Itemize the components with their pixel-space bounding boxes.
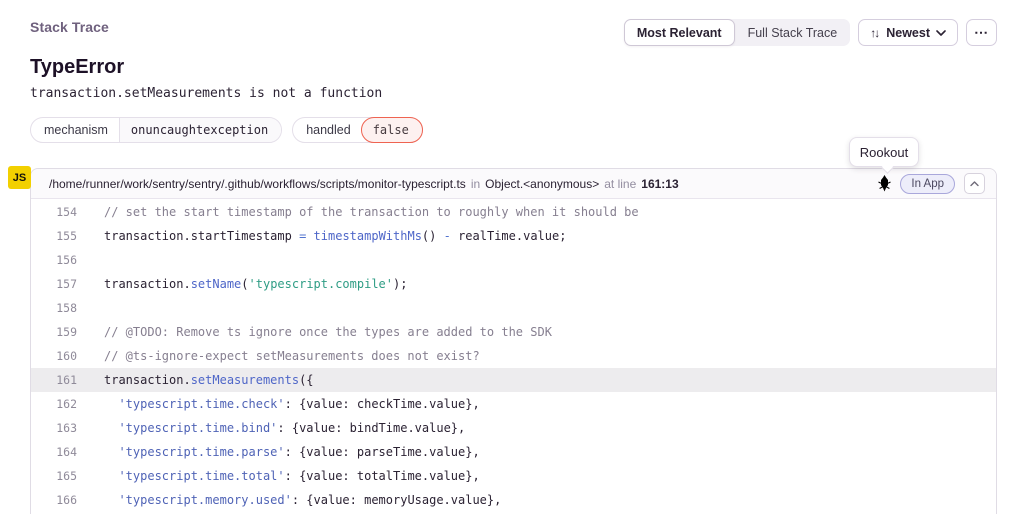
frame-header-right: In App [878,173,985,194]
line-number: 166 [31,488,77,512]
collapse-frame-button[interactable] [964,173,985,194]
tag-pill[interactable]: mechanismonuncaughtexception [30,117,282,143]
frame-at-word: at line [604,177,636,191]
code-text: transaction.setMeasurements({ [77,368,314,392]
code-line: 165 'typescript.time.total': {value: tot… [31,464,996,488]
rookout-tooltip: Rookout [849,137,919,167]
header-controls: Most Relevant Full Stack Trace ↑↓ Newest… [624,19,997,46]
tab-full-stack-trace[interactable]: Full Stack Trace [735,19,851,46]
error-type-title: TypeError [30,56,124,79]
code-line: 163 'typescript.time.bind': {value: bind… [31,416,996,440]
frame-in-word: in [471,177,480,191]
code-line: 164 'typescript.time.parse': {value: par… [31,440,996,464]
line-number: 154 [31,200,77,224]
view-segmented-control: Most Relevant Full Stack Trace [624,19,850,46]
tag-key: handled [293,118,362,142]
code-line: 157transaction.setName('typescript.compi… [31,272,996,296]
line-number: 156 [31,248,77,272]
code-line: 159// @TODO: Remove ts ignore once the t… [31,320,996,344]
line-number: 161 [31,368,77,392]
tag-key: mechanism [31,118,120,142]
code-line: 162 'typescript.time.check': {value: che… [31,392,996,416]
code-block: 154// set the start timestamp of the tra… [31,199,996,512]
code-text: transaction.startTimestamp = timestampWi… [77,224,566,248]
code-line: 160// @ts-ignore-expect setMeasurements … [31,344,996,368]
line-number: 164 [31,440,77,464]
chevron-down-icon [936,30,946,36]
code-line: 158 [31,296,996,320]
ellipsis-icon: ⋯ [974,24,989,41]
rookout-icon[interactable] [878,175,891,192]
code-line: 166 'typescript.memory.used': {value: me… [31,488,996,512]
line-number: 158 [31,296,77,320]
rookout-tooltip-label: Rookout [860,145,908,160]
line-number: 160 [31,344,77,368]
sort-button[interactable]: ↑↓ Newest [858,19,958,46]
code-text: transaction.setName('typescript.compile'… [77,272,407,296]
line-number: 155 [31,224,77,248]
frame-line-col: 161:13 [641,177,678,191]
code-text: 'typescript.time.check': {value: checkTi… [77,392,480,416]
tab-most-relevant[interactable]: Most Relevant [624,19,735,46]
tag-value: onuncaughtexception [120,118,281,142]
code-line: 154// set the start timestamp of the tra… [31,200,996,224]
line-number: 157 [31,272,77,296]
frame-header[interactable]: /home/runner/work/sentry/sentry/.github/… [31,169,996,199]
line-number: 163 [31,416,77,440]
tags-row: mechanismonuncaughtexception handledfalse [30,117,423,143]
more-options-button[interactable]: ⋯ [966,19,997,46]
code-text: // set the start timestamp of the transa… [77,200,639,224]
code-text: 'typescript.memory.used': {value: memory… [77,488,501,512]
code-text: 'typescript.time.total': {value: totalTi… [77,464,480,488]
frame-location: /home/runner/work/sentry/sentry/.github/… [49,177,679,191]
line-number: 159 [31,320,77,344]
tag-value: false [361,117,423,143]
code-line: 161transaction.setMeasurements({ [31,368,996,392]
frame-function: Object.<anonymous> [485,177,599,191]
code-text [77,248,104,272]
section-title: Stack Trace [30,19,109,35]
code-text [77,296,104,320]
code-text: 'typescript.time.parse': {value: parseTi… [77,440,480,464]
line-number: 162 [31,392,77,416]
sort-button-label: Newest [886,26,930,40]
code-text: // @ts-ignore-expect setMeasurements doe… [77,344,480,368]
error-message: transaction.setMeasurements is not a fun… [30,86,382,101]
code-text: 'typescript.time.bind': {value: bindTime… [77,416,465,440]
code-line: 156 [31,248,996,272]
stack-trace-page: Stack Trace Most Relevant Full Stack Tra… [0,0,1026,514]
tag-pill[interactable]: handledfalse [292,117,423,143]
platform-js-badge: JS [8,166,31,189]
in-app-badge: In App [900,174,955,194]
stack-frame: /home/runner/work/sentry/sentry/.github/… [30,168,997,514]
line-number: 165 [31,464,77,488]
code-text: // @TODO: Remove ts ignore once the type… [77,320,552,344]
sort-arrows-icon: ↑↓ [870,26,878,40]
code-line: 155transaction.startTimestamp = timestam… [31,224,996,248]
frame-file-path: /home/runner/work/sentry/sentry/.github/… [49,177,466,191]
